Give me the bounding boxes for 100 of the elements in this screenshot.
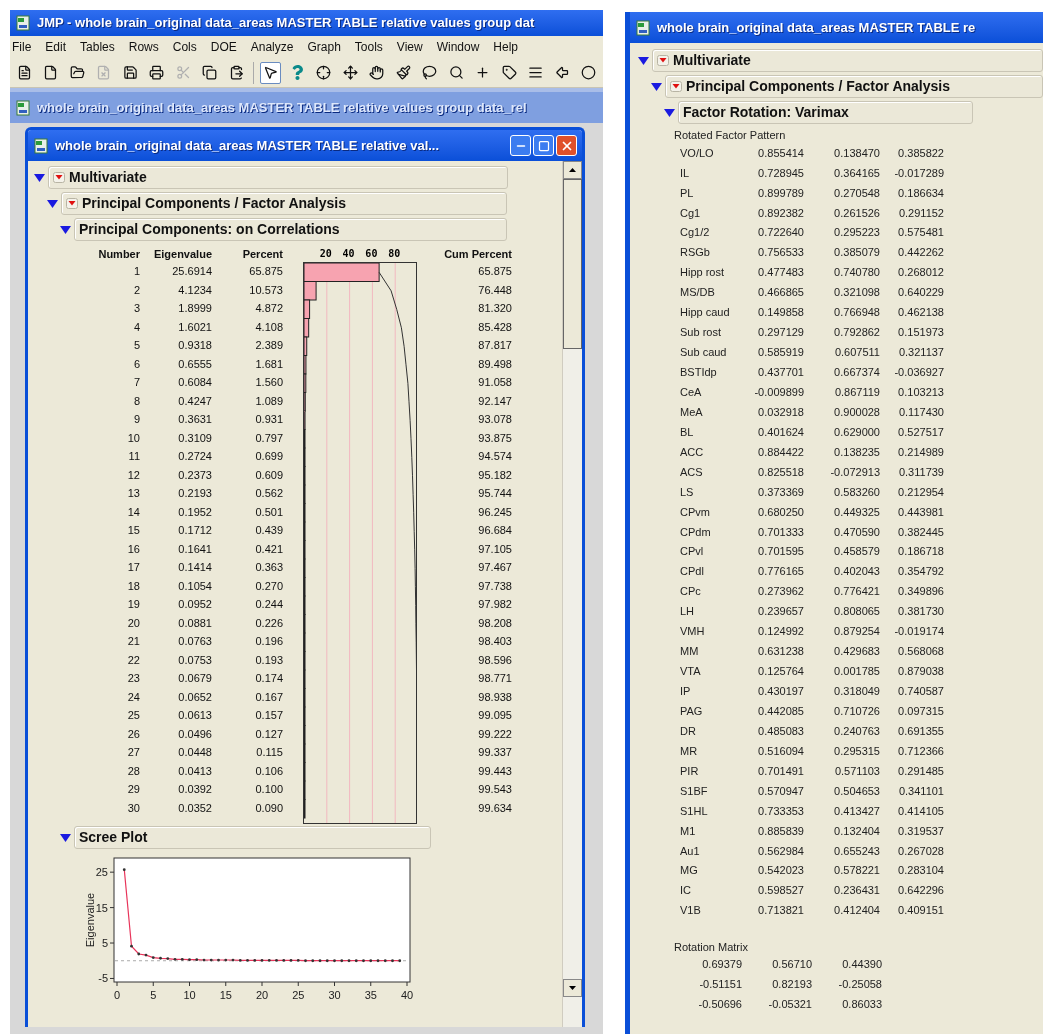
table-cell-text: 0.409151 <box>897 903 944 919</box>
table-cell-text: 0.0952 <box>177 597 212 612</box>
table-cell-text: 0.226 <box>254 615 283 631</box>
table-cell-text: 0.667374 <box>833 365 880 381</box>
table-cell-text: 98.938 <box>477 689 512 705</box>
row-label: VTA <box>679 664 702 680</box>
row-label: PAG <box>679 703 704 719</box>
table-cell-text: 0.44390 <box>841 957 882 973</box>
table-cell-text: 10.573 <box>248 282 283 298</box>
table-cell-text: 0.6084 <box>177 375 212 390</box>
table-cell-text: -0.25058 <box>837 977 882 993</box>
table-cell-text: 0.240763 <box>833 723 880 739</box>
table-cell-text: 0.699 <box>254 449 283 464</box>
table-cell-text: 0.124992 <box>757 624 804 640</box>
axis-tick-label: 80 <box>388 247 401 261</box>
table-cell-text: 94.574 <box>477 449 512 464</box>
table-cell-text: 92.147 <box>477 393 512 409</box>
table-cell-text: 0.501 <box>254 504 283 520</box>
table-cell-text: 24 <box>126 689 140 705</box>
table-cell-text: 25 <box>126 708 140 723</box>
table-cell-text: 0.349896 <box>897 584 944 600</box>
table-cell-text: 0.295315 <box>833 743 880 759</box>
table-cell-text: 91.058 <box>477 375 512 390</box>
table-cell-text: 0.0613 <box>177 708 212 723</box>
table-cell-text: 0.0753 <box>177 652 212 668</box>
table-cell-text: 95.744 <box>477 486 512 501</box>
axis-tick-label: 15 <box>219 989 232 1001</box>
table-cell-text: 0.884422 <box>757 444 804 460</box>
table-cell-text: 13 <box>126 486 140 501</box>
table-cell-text: 0.562984 <box>757 843 804 859</box>
table-cell-text: 0.0652 <box>177 689 212 705</box>
table-cell-text: 0.2373 <box>177 467 212 483</box>
table-cell-text: 8 <box>132 393 140 409</box>
table-cell-text: 0.291152 <box>897 205 944 221</box>
table-cell-text: 87.817 <box>477 338 512 353</box>
table-cell-text: 0.9318 <box>177 338 212 353</box>
table-cell-text: -0.50696 <box>697 997 742 1013</box>
table-cell-text: 4.108 <box>254 319 283 335</box>
row-label: Sub rost <box>679 325 722 341</box>
table-cell-text: 2.389 <box>254 338 283 353</box>
table-cell-text: 0.318049 <box>833 684 880 700</box>
table-cell-text: 0.598527 <box>757 883 804 899</box>
table-cell-text: 0.270 <box>254 578 283 594</box>
table-cell-text: 0.267028 <box>897 843 944 859</box>
row-label: BSTIdp <box>679 365 718 381</box>
table-cell-text: 0.214989 <box>897 444 944 460</box>
table-cell-text: 30 <box>126 800 140 816</box>
table-cell-text: 0.1641 <box>177 541 212 557</box>
table-cell-text: 0.609 <box>254 467 283 483</box>
table-cell-text: 81.320 <box>477 301 512 316</box>
table-cell-text: 19 <box>126 597 140 612</box>
table-cell-text: 0.103213 <box>897 384 944 400</box>
column-header: Number <box>97 247 140 262</box>
table-cell-text: 0.766948 <box>833 305 880 321</box>
row-label: RSGb <box>679 245 711 261</box>
table-cell-text: 0.691355 <box>897 723 944 739</box>
table-cell-text: 0.701333 <box>757 524 804 540</box>
table-cell-text: 98.596 <box>477 652 512 668</box>
table-cell-text: 98.208 <box>477 615 512 631</box>
table-cell-text: 99.337 <box>477 745 512 760</box>
table-cell-text: 0.297129 <box>757 325 804 341</box>
row-label: MeA <box>679 404 704 420</box>
axis-tick-label: 5 <box>101 937 108 950</box>
table-cell-text: 6 <box>132 356 140 372</box>
table-cell-text: 7 <box>132 375 140 390</box>
table-cell-text: 0.740587 <box>897 684 944 700</box>
table-cell-text: 0.562 <box>254 486 283 501</box>
table-cell-text: 0.186718 <box>897 544 944 560</box>
table-cell-text: 98.771 <box>477 671 512 686</box>
table-cell-text: 0.319537 <box>897 823 944 839</box>
table-cell-text: 0.642296 <box>897 883 944 899</box>
table-cell-text: 0.470590 <box>833 524 880 540</box>
table-cell-text: 0.311739 <box>897 464 944 480</box>
table-cell-text: 0.885839 <box>757 823 804 839</box>
window-title-bar: whole brain_original data_areas MASTER TABLE relative values group data_rel <box>10 92 603 123</box>
table-cell-text: 0.295223 <box>833 225 880 241</box>
axis-tick-label: 5 <box>150 989 157 1001</box>
table-cell-text: 0.442085 <box>757 703 804 719</box>
table-cell-text: 0.261526 <box>833 205 880 221</box>
table-cell-text: 0.413427 <box>833 803 880 819</box>
table-cell-text: 0.792862 <box>833 325 880 341</box>
table-cell-text: 0.69379 <box>701 957 742 973</box>
table-cell-text: 0.236431 <box>833 883 880 899</box>
table-cell-text: 23 <box>126 671 140 686</box>
row-label: IC <box>679 883 692 899</box>
table-cell-text: 0.701595 <box>757 544 804 560</box>
table-cell-text: 10 <box>126 430 140 446</box>
table-cell-text: 99.543 <box>477 782 512 797</box>
row-label: V1B <box>679 903 702 919</box>
table-cell-text: 25.6914 <box>171 264 212 279</box>
table-cell-text: 0.1952 <box>177 504 212 520</box>
table-cell-text: 0.106 <box>254 763 283 779</box>
table-cell-text: 22 <box>126 652 140 668</box>
table-cell-text: 0.740780 <box>833 265 880 281</box>
row-label: ACS <box>679 464 704 480</box>
table-cell-text: 0.167 <box>254 689 283 705</box>
table-cell-text: 0.2724 <box>177 449 212 464</box>
table-cell-text: 0.414105 <box>897 803 944 819</box>
table-cell-text: 0.125764 <box>757 664 804 680</box>
table-cell-text: 0.931 <box>254 412 283 427</box>
